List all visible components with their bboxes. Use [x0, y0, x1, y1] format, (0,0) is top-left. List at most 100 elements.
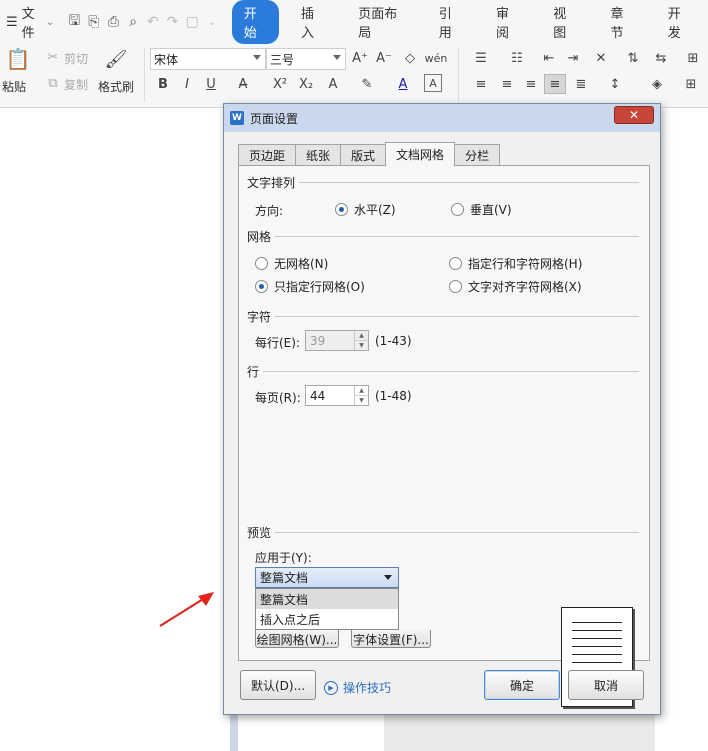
default-button[interactable]: 默认(D)... — [240, 670, 316, 700]
tab-developer[interactable]: 开发 — [656, 0, 703, 44]
chars-per-line-stepper[interactable]: 39 ▲ ▼ — [305, 330, 369, 351]
font-color-icon[interactable]: A — [392, 74, 414, 94]
shading-icon[interactable]: ◈ — [646, 74, 668, 94]
red-arrow-annotation — [159, 592, 214, 627]
tab-columns[interactable]: 分栏 — [454, 144, 501, 166]
tab-margins[interactable]: 页边距 — [238, 144, 297, 166]
dropdown-option-after-cursor[interactable]: 插入点之后 — [256, 609, 398, 629]
radio-no-grid[interactable]: 无网格(N) — [255, 255, 328, 272]
clear-format-icon[interactable]: ◇ — [400, 48, 420, 68]
increase-indent-icon[interactable]: ⇥ — [562, 48, 584, 68]
dropdown-option-whole-document[interactable]: 整篇文档 — [256, 589, 398, 609]
stepper-buttons[interactable]: ▲ ▼ — [354, 331, 368, 350]
tab-chapter[interactable]: 章节 — [599, 0, 646, 44]
radio-snap-to-char-grid[interactable]: 文字对齐字符网格(X) — [449, 278, 582, 295]
tab-view[interactable]: 视图 — [541, 0, 588, 44]
format-painter-icon[interactable]: 🖌 — [104, 46, 128, 72]
document-page-right[interactable] — [655, 108, 708, 751]
highlight-icon[interactable]: ✎ — [356, 74, 378, 94]
text-effect-icon[interactable]: A — [322, 74, 344, 94]
cancel-button[interactable]: 取消 — [568, 670, 644, 700]
ruler-icon[interactable]: ⊞ — [682, 48, 704, 68]
apply-to-select[interactable]: 整篇文档 — [255, 567, 399, 588]
file-menu[interactable]: ☰ 文件 ⌄ — [0, 3, 54, 41]
tab-page-layout[interactable]: 页面布局 — [346, 0, 417, 44]
tab-review[interactable]: 审阅 — [484, 0, 531, 44]
grow-font-icon[interactable]: A⁺ — [350, 48, 370, 68]
strikethrough-icon[interactable]: A̶ — [232, 74, 254, 94]
bold-icon[interactable]: B — [154, 74, 172, 94]
underline-icon[interactable]: U — [202, 74, 220, 94]
stepper-down-icon[interactable]: ▼ — [355, 341, 368, 350]
superscript-icon[interactable]: X² — [270, 74, 290, 94]
export-icon[interactable]: ⎘ — [84, 11, 104, 33]
chevron-down-icon: ⌄ — [45, 16, 55, 28]
tab-insert[interactable]: 插入 — [289, 0, 336, 44]
ok-button[interactable]: 确定 — [484, 670, 560, 700]
paste-label[interactable]: 粘贴 — [2, 78, 26, 95]
char-border-icon[interactable]: A — [424, 74, 442, 92]
document-page[interactable] — [0, 108, 230, 751]
distribute-icon[interactable]: ≣ — [570, 74, 592, 94]
more-icon[interactable]: ▢ — [182, 11, 202, 33]
subscript-icon[interactable]: X₂ — [296, 74, 316, 94]
align-left-icon[interactable]: ≡ — [470, 74, 492, 94]
radio-label: 文字对齐字符网格(X) — [468, 280, 582, 294]
dialog-titlebar[interactable]: W 页面设置 ✕ — [224, 104, 660, 132]
lines-per-page-stepper[interactable]: 44 ▲ ▼ — [305, 385, 369, 406]
tab-layout[interactable]: 版式 — [340, 144, 387, 166]
decrease-indent-icon[interactable]: ⇤ — [538, 48, 560, 68]
format-painter-label[interactable]: 格式刷 — [98, 78, 134, 95]
ok-label: 确定 — [509, 678, 534, 693]
tab-home[interactable]: 开始 — [231, 0, 279, 44]
copy-label[interactable]: 复制 — [64, 76, 88, 93]
tab-document-grid[interactable]: 文档网格 — [385, 142, 456, 166]
section-label: 网格 — [247, 230, 272, 244]
tab-paper[interactable]: 纸张 — [295, 144, 342, 166]
radio-line-grid-only[interactable]: 只指定行网格(O) — [255, 278, 365, 295]
radio-horizontal[interactable]: 水平(Z) — [335, 201, 396, 218]
chars-range: (1-43) — [375, 334, 412, 348]
apply-to-dropdown: 整篇文档 插入点之后 — [255, 588, 399, 630]
document-page-bottom[interactable] — [238, 710, 388, 751]
phonetic-icon[interactable]: wén — [424, 48, 448, 68]
copy-icon[interactable]: ⧉ — [44, 74, 62, 92]
undo-icon[interactable]: ↶ — [143, 11, 163, 33]
align-center-icon[interactable]: ≡ — [496, 74, 518, 94]
preview-section: 预览 — [247, 524, 639, 541]
paste-icon[interactable]: 📋 — [6, 46, 31, 72]
numbered-list-icon[interactable]: ☷ — [506, 48, 528, 68]
grid-section: 网格 — [247, 228, 639, 245]
divider — [263, 371, 639, 372]
redo-icon[interactable]: ↷ — [163, 11, 183, 33]
stepper-up-icon[interactable]: ▲ — [355, 386, 368, 396]
save-icon[interactable]: 🖫 — [64, 11, 84, 33]
stepper-buttons[interactable]: ▲ ▼ — [354, 386, 368, 405]
dropdown-icon[interactable]: ⌄ — [202, 11, 222, 33]
stepper-down-icon[interactable]: ▼ — [355, 396, 368, 405]
font-name-select[interactable]: 宋体 — [150, 48, 266, 70]
radio-vertical[interactable]: 垂直(V) — [451, 201, 512, 218]
print-preview-icon[interactable]: ⌕ — [123, 11, 143, 33]
font-size-select[interactable]: 三号 — [266, 48, 346, 70]
close-button[interactable]: ✕ — [614, 106, 654, 124]
italic-icon[interactable]: I — [178, 74, 196, 94]
justify-icon[interactable]: ≡ — [544, 74, 566, 94]
borders-icon[interactable]: ⊞ — [680, 74, 702, 94]
align-right-icon[interactable]: ≡ — [520, 74, 542, 94]
cut-label[interactable]: 剪切 — [64, 50, 88, 67]
tab-references[interactable]: 引用 — [427, 0, 474, 44]
shrink-font-icon[interactable]: A⁻ — [374, 48, 394, 68]
stepper-up-icon[interactable]: ▲ — [355, 331, 368, 341]
show-marks-icon[interactable]: ⇆ — [650, 48, 672, 68]
bullet-list-icon[interactable]: ☰ — [470, 48, 492, 68]
tips-link[interactable]: ▶ 操作技巧 — [324, 679, 391, 696]
asian-layout-icon[interactable]: ✕ — [590, 48, 612, 68]
scissors-icon[interactable]: ✂ — [44, 48, 62, 66]
chevron-down-icon — [384, 575, 392, 580]
print-icon[interactable]: ⎙ — [104, 11, 124, 33]
radio-line-and-char-grid[interactable]: 指定行和字符网格(H) — [449, 255, 582, 272]
sort-icon[interactable]: ⇅ — [622, 48, 644, 68]
lines-range: (1-48) — [375, 389, 412, 403]
line-spacing-icon[interactable]: ↕ — [604, 74, 626, 94]
